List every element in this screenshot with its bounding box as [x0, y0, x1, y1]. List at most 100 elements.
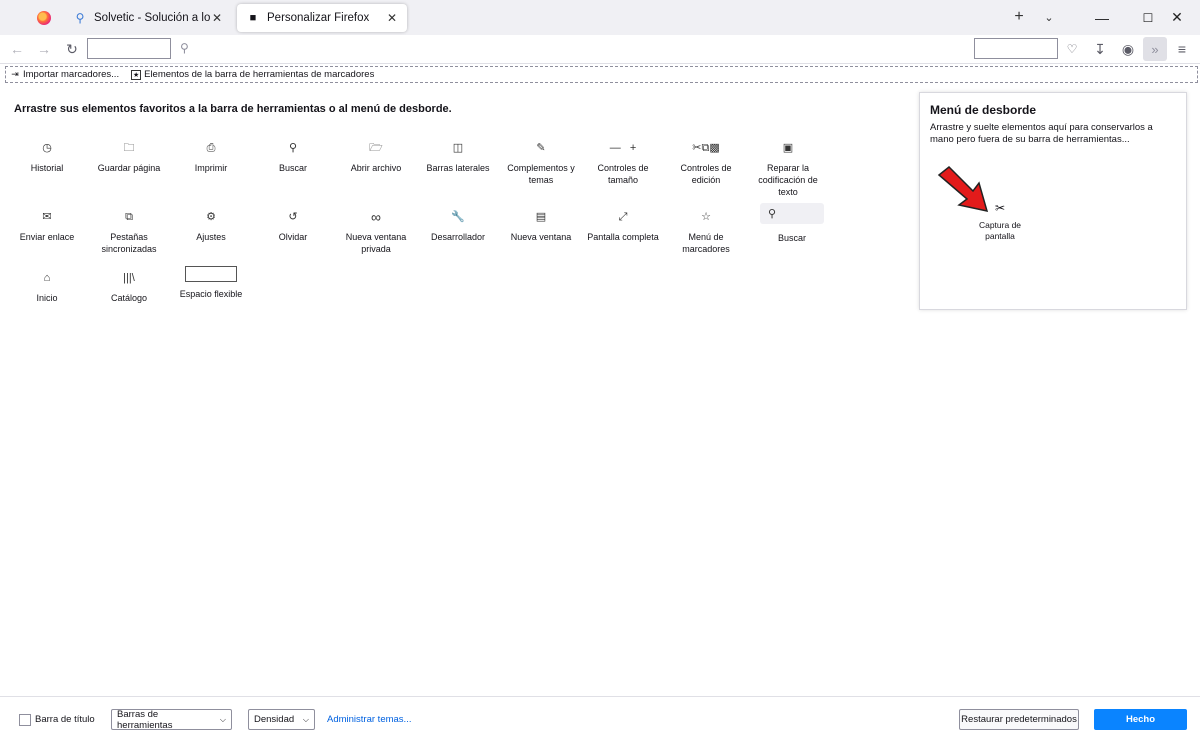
item-label: Pestañas sincronizadas [101, 232, 157, 254]
palette-item-historial[interactable]: ◷ Historial [7, 140, 87, 174]
palette-item-pestanas-sincronizadas[interactable]: ⧉ Pestañas sincronizadas [89, 209, 169, 255]
palette-item-complementos[interactable]: ✎ Complementos y temas [501, 140, 581, 186]
item-label: Complementos y temas [507, 163, 575, 185]
palette-item-guardar-pagina[interactable]: 🗀 Guardar página [89, 140, 169, 174]
pinned-tab-firefox[interactable] [28, 4, 60, 32]
item-label: Controles de tamaño [597, 163, 649, 185]
item-label: Pantalla completa [587, 232, 659, 242]
palette-item-buscar[interactable]: ⚲ Buscar [253, 140, 333, 174]
tab-customize-firefox[interactable]: ■ Personalizar Firefox ✕ [237, 4, 407, 32]
red-arrow-annotation [937, 165, 989, 212]
palette-item-barras-laterales[interactable]: ◫ Barras laterales [418, 140, 498, 174]
bookmarks-toolbar-items[interactable]: ★ Elementos de la barra de herramientas … [131, 69, 374, 80]
toolbars-select[interactable]: Barras de herramientas ⌵ [111, 708, 232, 731]
palette-item-enviar-enlace[interactable]: ✉ Enviar enlace [7, 209, 87, 243]
palette-item-abrir-archivo[interactable]: 🗁 Abrir archivo [336, 140, 416, 174]
density-select[interactable]: Densidad ⌵ [248, 709, 315, 730]
chevron-down-icon: ⌵ [219, 714, 226, 724]
tab-title: Solvetic - Solución a los problem [94, 12, 210, 24]
reload-icon[interactable]: ↻ [60, 38, 84, 60]
close-tab-icon[interactable]: ✕ [385, 11, 399, 25]
search-bar-icon: ⚲ [760, 203, 824, 224]
palette-item-espacio-flexible[interactable]: Espacio flexible [171, 266, 251, 300]
import-bookmarks-item[interactable]: ⇥ Importar marcadores... [10, 69, 119, 80]
restore-defaults-button[interactable]: Restaurar predeterminados [959, 709, 1079, 730]
item-label: Menú de marcadores [682, 232, 730, 254]
item-label: Buscar [278, 163, 307, 173]
item-label: Controles de edición [680, 163, 732, 185]
toolbars-select-value: Barras de herramientas [117, 708, 173, 731]
minimize-icon[interactable]: — [1079, 0, 1125, 35]
title-bar-label: Barra de título [35, 714, 95, 725]
palette-item-desarrollador[interactable]: 🔧 Desarrollador [418, 209, 498, 243]
tab-solvetic[interactable]: ⚲ Solvetic - Solución a los problem ✕ [64, 4, 232, 32]
tab-title: Personalizar Firefox [267, 12, 370, 24]
item-label: Catálogo [110, 293, 148, 303]
palette-item-ajustes[interactable]: ⚙ Ajustes [171, 209, 251, 243]
print-icon: ⎙ [206, 142, 216, 154]
close-tab-icon[interactable]: ✕ [210, 11, 224, 25]
forward-icon[interactable]: → [32, 38, 56, 60]
palette-item-inicio[interactable]: ⌂ Inicio [7, 270, 87, 304]
home-icon: ⌂ [43, 272, 51, 284]
palette-item-nueva-ventana[interactable]: ▤ Nueva ventana [501, 209, 581, 243]
flexible-space-left [87, 38, 171, 59]
find-icon: ⚲ [288, 142, 298, 154]
palette-item-reparar-codificacion[interactable]: ▣ Reparar la codificación de texto [748, 140, 828, 198]
overflow-chevron-icon[interactable]: » [1143, 37, 1167, 61]
overflow-item-label: Captura de pantalla [978, 220, 1022, 241]
palette-item-pantalla-completa[interactable]: ⤢ Pantalla completa [583, 209, 663, 243]
customize-brush-icon: ■ [249, 12, 257, 24]
item-label: Desarrollador [430, 232, 486, 242]
bookmark-star-icon: ★ [131, 69, 142, 80]
settings-gear-icon: ⚙ [206, 211, 216, 223]
item-label: Buscar [777, 233, 806, 243]
urlbar-search-icon[interactable]: ⚲ [180, 41, 194, 55]
app-menu-icon[interactable]: ≡ [1170, 38, 1194, 60]
search-favicon-icon: ⚲ [75, 11, 85, 25]
fullscreen-icon: ⤢ [618, 211, 628, 223]
new-tab-icon[interactable]: + [1007, 6, 1031, 28]
done-button[interactable]: Hecho [1094, 709, 1187, 730]
addons-puzzle-icon: ✎ [536, 142, 546, 154]
manage-themes-link[interactable]: Administrar temas... [327, 714, 411, 725]
zoom-controls-icon: — + [609, 142, 637, 154]
palette-item-menu-marcadores[interactable]: ☆ Menú de marcadores [666, 209, 746, 255]
palette-item-olvidar[interactable]: ↺ Olvidar [253, 209, 333, 243]
item-label: Nueva ventana privada [345, 232, 407, 254]
palette-item-nueva-ventana-privada[interactable]: ∞ Nueva ventana privada [336, 209, 416, 255]
text-encoding-icon: ▣ [782, 142, 794, 154]
item-label: Ajustes [196, 232, 226, 242]
back-icon[interactable]: ← [5, 38, 29, 60]
item-label: Guardar página [97, 163, 161, 173]
item-label: Olvidar [278, 232, 308, 242]
density-select-value: Densidad [254, 714, 295, 725]
item-label: Historial [30, 163, 64, 173]
pocket-icon[interactable]: ♡ [1060, 38, 1084, 60]
import-bookmarks-label: Importar marcadores... [23, 69, 120, 80]
title-bar-checkbox[interactable] [19, 714, 31, 726]
item-label: Imprimir [194, 163, 228, 173]
firefox-logo-icon [37, 11, 51, 25]
item-label: Inicio [36, 293, 58, 303]
palette-item-catalogo[interactable]: |||\ Catálogo [89, 270, 169, 304]
list-all-tabs-icon[interactable]: ⌄ [1037, 6, 1061, 28]
chevron-down-icon: ⌵ [302, 714, 309, 724]
navigation-toolbar: ← → ↻ ⚲ ♡ ↧ ◉ » ≡ [0, 35, 1200, 64]
palette-item-controles-edicion[interactable]: ✂⧉▩ Controles de edición [666, 140, 746, 186]
open-file-icon: 🗁 [369, 142, 383, 154]
palette-item-controles-tamano[interactable]: — + Controles de tamaño [583, 140, 663, 186]
edit-controls-icon: ✂⧉▩ [692, 142, 720, 154]
close-window-icon[interactable]: ✕ [1154, 0, 1200, 35]
flexible-space-right [974, 38, 1058, 59]
overflow-panel-description: Arrastre y suelte elementos aquí para co… [930, 122, 1153, 145]
overflow-panel-title: Menú de desborde [930, 103, 1037, 117]
palette-title: Arrastre sus elementos favoritos a la ba… [14, 103, 452, 115]
item-label: Abrir archivo [350, 163, 402, 173]
item-label: Enviar enlace [19, 232, 75, 242]
palette-item-buscar-barra[interactable]: ⚲ Buscar [752, 203, 832, 244]
account-icon[interactable]: ◉ [1116, 38, 1140, 60]
developer-wrench-icon: 🔧 [451, 211, 465, 223]
palette-item-imprimir[interactable]: ⎙ Imprimir [171, 140, 251, 174]
downloads-icon[interactable]: ↧ [1088, 38, 1112, 60]
